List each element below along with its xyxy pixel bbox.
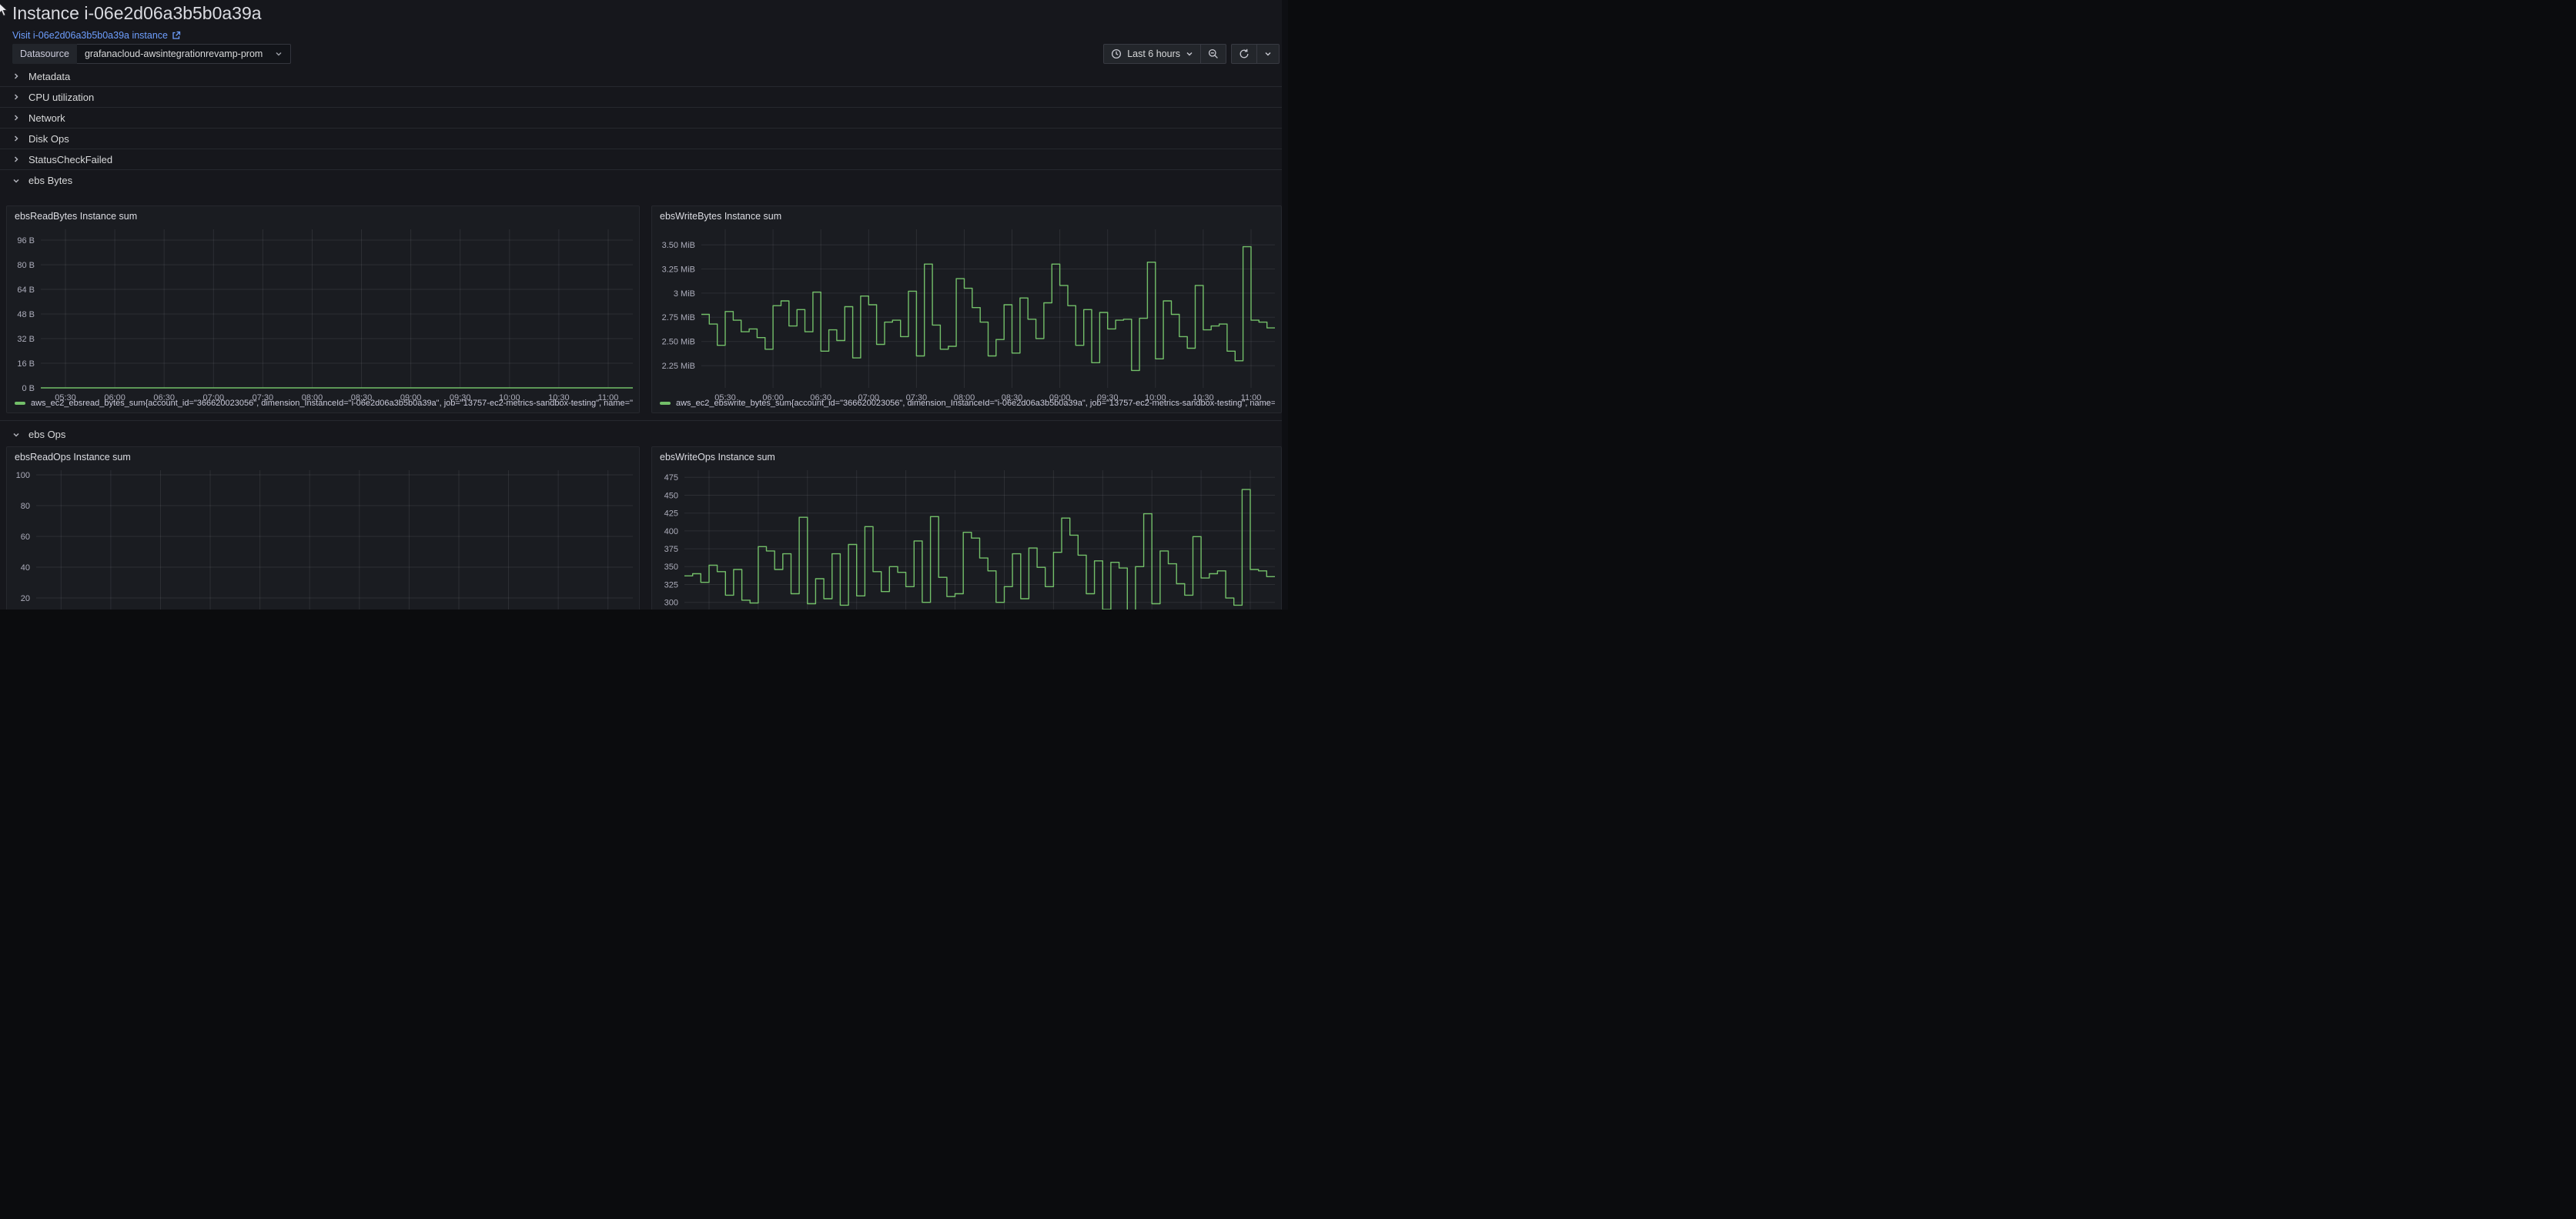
series-name: aws_ec2_ebsread_bytes_sum{account_id="36… xyxy=(31,399,633,408)
ebsreadbytes-chart[interactable]: 05:3006:0006:3007:0007:3008:0008:3009:00… xyxy=(7,206,639,412)
svg-text:400: 400 xyxy=(664,527,678,536)
svg-text:2.25 MiB: 2.25 MiB xyxy=(662,362,695,371)
grafana-dashboard: Instance i-06e2d06a3b5b0a39a Visit i-06e… xyxy=(0,0,1288,610)
section-label: Network xyxy=(28,112,65,124)
svg-text:100: 100 xyxy=(16,471,30,480)
refresh-interval-button[interactable] xyxy=(1256,45,1279,63)
ebswritebytes-chart[interactable]: 05:3006:0006:3007:0007:3008:0008:3009:00… xyxy=(652,206,1281,412)
scrollbar[interactable] xyxy=(1282,0,1288,610)
series-swatch xyxy=(15,402,25,405)
zoom-out-icon xyxy=(1208,48,1219,59)
panel-ebsreadbytes: 05:3006:0006:3007:0007:3008:0008:3009:00… xyxy=(6,205,640,413)
svg-text:475: 475 xyxy=(664,473,678,483)
chevron-right-icon xyxy=(12,93,20,101)
svg-text:32 B: 32 B xyxy=(17,335,35,344)
svg-text:16 B: 16 B xyxy=(17,359,35,369)
section-row-network[interactable]: Network xyxy=(0,108,1282,129)
chevron-right-icon xyxy=(12,114,20,122)
section-label: ebs Bytes xyxy=(28,175,72,186)
svg-text:80: 80 xyxy=(21,502,30,511)
section-label: Metadata xyxy=(28,71,70,82)
section-row-statuscheckfailed[interactable]: StatusCheckFailed xyxy=(0,149,1282,170)
svg-text:2.75 MiB: 2.75 MiB xyxy=(662,313,695,322)
section-row-cpu-utilization[interactable]: CPU utilization xyxy=(0,87,1282,108)
svg-text:3 MiB: 3 MiB xyxy=(674,289,695,299)
chevron-down-icon xyxy=(12,177,20,185)
panel-title[interactable]: ebsReadBytes Instance sum xyxy=(15,211,137,222)
series-swatch xyxy=(660,402,671,405)
svg-text:96 B: 96 B xyxy=(17,236,35,245)
svg-text:2.50 MiB: 2.50 MiB xyxy=(662,338,695,347)
chevron-down-icon xyxy=(12,431,20,439)
refresh-button[interactable] xyxy=(1232,45,1256,63)
chevron-right-icon xyxy=(12,155,20,163)
instance-link-label: Visit i-06e2d06a3b5b0a39a instance xyxy=(12,30,168,41)
time-controls: Last 6 hours xyxy=(1103,44,1280,64)
panel-title[interactable]: ebsWriteOps Instance sum xyxy=(660,452,775,463)
svg-text:350: 350 xyxy=(664,563,678,572)
page-title: Instance i-06e2d06a3b5b0a39a xyxy=(12,3,262,24)
time-range-label: Last 6 hours xyxy=(1127,48,1180,59)
series-name: aws_ec2_ebswrite_bytes_sum{account_id="3… xyxy=(676,399,1275,408)
datasource-select[interactable]: grafanacloud-awsintegrationrevamp-prom xyxy=(77,44,291,64)
section-row-metadata[interactable]: Metadata xyxy=(0,66,1282,87)
time-range-group: Last 6 hours xyxy=(1103,44,1226,64)
svg-text:325: 325 xyxy=(664,580,678,589)
datasource-picker: Datasource grafanacloud-awsintegrationre… xyxy=(12,44,291,64)
svg-text:64 B: 64 B xyxy=(17,286,35,295)
section-row-ebs-bytes[interactable]: ebs Bytes xyxy=(0,170,1282,191)
panel-title[interactable]: ebsWriteBytes Instance sum xyxy=(660,211,781,222)
time-range-button[interactable]: Last 6 hours xyxy=(1104,45,1200,63)
section-label: Disk Ops xyxy=(28,133,69,145)
instance-link[interactable]: Visit i-06e2d06a3b5b0a39a instance xyxy=(12,30,181,41)
svg-text:3.50 MiB: 3.50 MiB xyxy=(662,241,695,250)
section-row-ebs-ops[interactable]: ebs Ops xyxy=(0,424,1282,445)
panel-ebsreadops: 05:3006:0006:3007:0007:3008:0008:3009:00… xyxy=(6,446,640,610)
zoom-out-button[interactable] xyxy=(1200,45,1226,63)
svg-text:450: 450 xyxy=(664,491,678,500)
svg-text:425: 425 xyxy=(664,509,678,519)
refresh-group xyxy=(1231,44,1280,64)
chevron-right-icon xyxy=(12,72,20,80)
svg-text:375: 375 xyxy=(664,545,678,554)
svg-text:0 B: 0 B xyxy=(22,384,35,393)
ebsreadops-chart[interactable]: 05:3006:0006:3007:0007:3008:0008:3009:00… xyxy=(7,447,639,610)
clock-icon xyxy=(1111,48,1122,59)
ebswriteops-chart[interactable]: 05:3006:0006:3007:0007:3008:0008:3009:00… xyxy=(652,447,1281,610)
panel-ebswritebytes: 05:3006:0006:3007:0007:3008:0008:3009:00… xyxy=(651,205,1282,413)
legend-item[interactable]: aws_ec2_ebsread_bytes_sum{account_id="36… xyxy=(15,397,633,409)
datasource-label: Datasource xyxy=(12,44,77,64)
section-label: StatusCheckFailed xyxy=(28,154,112,165)
section-label: CPU utilization xyxy=(28,92,94,103)
svg-text:20: 20 xyxy=(21,594,30,603)
svg-text:3.25 MiB: 3.25 MiB xyxy=(662,265,695,274)
refresh-icon xyxy=(1239,48,1250,59)
section-divider xyxy=(0,420,1282,421)
svg-text:48 B: 48 B xyxy=(17,310,35,319)
chevron-down-icon xyxy=(1264,50,1272,58)
chevron-right-icon xyxy=(12,135,20,142)
external-link-icon xyxy=(172,31,181,40)
svg-text:60: 60 xyxy=(21,533,30,542)
section-row-disk-ops[interactable]: Disk Ops xyxy=(0,129,1282,149)
chevron-down-icon xyxy=(1186,50,1193,58)
legend-item[interactable]: aws_ec2_ebswrite_bytes_sum{account_id="3… xyxy=(660,397,1275,409)
panel-title[interactable]: ebsReadOps Instance sum xyxy=(15,452,131,463)
svg-text:300: 300 xyxy=(664,599,678,608)
section-label: ebs Ops xyxy=(28,429,65,440)
datasource-value: grafanacloud-awsintegrationrevamp-prom xyxy=(85,48,263,59)
mouse-cursor-icon xyxy=(0,2,9,18)
svg-text:80 B: 80 B xyxy=(17,261,35,270)
svg-text:40: 40 xyxy=(21,563,30,573)
panel-ebswriteops: 05:3006:0006:3007:0007:3008:0008:3009:00… xyxy=(651,446,1282,610)
chevron-down-icon xyxy=(275,50,283,58)
